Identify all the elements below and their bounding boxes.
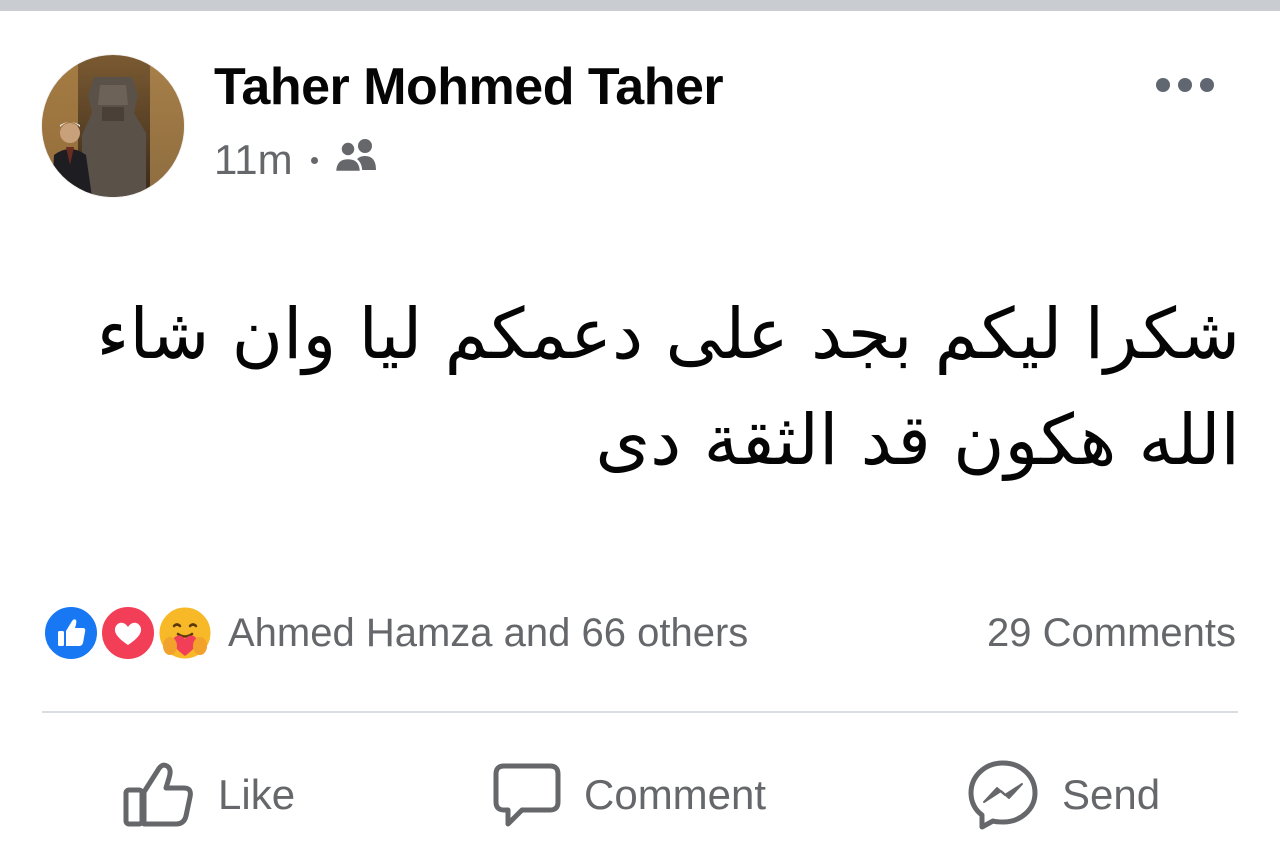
like-label: Like [218,771,296,818]
more-dot-icon [1200,78,1214,92]
meta-separator-dot [310,156,318,164]
reaction-summary-text[interactable]: Ahmed Hamza and 66 others [228,611,748,656]
author-avatar[interactable] [42,55,184,197]
actions-divider [42,711,1238,713]
post-meta: 11m [214,135,380,185]
more-options-button[interactable] [1148,65,1222,105]
more-dot-icon [1178,78,1192,92]
comments-count-link[interactable]: 29 Comments [987,611,1236,656]
love-reaction-icon [99,604,157,662]
post-text-line: الله هكون قد الثقة دى [595,399,1240,481]
more-dot-icon [1156,78,1170,92]
top-separator-strip [0,0,1280,11]
like-button[interactable]: Like [122,755,295,835]
post-timestamp[interactable]: 11m [214,136,293,184]
messenger-icon [968,760,1038,830]
comment-label: Comment [584,771,767,818]
comment-bubble-icon [493,763,561,827]
care-reaction-icon [156,604,214,662]
reaction-icons [42,604,220,662]
post-text: شكرا ليكم بجد على دعمكم ليا وان شاء الله… [60,281,1240,493]
friends-icon[interactable] [333,136,380,184]
like-reaction-icon [42,604,100,662]
comment-button[interactable]: Comment [492,755,766,835]
post-text-line: شكرا ليكم بجد على دعمكم ليا وان شاء [96,293,1240,375]
send-label: Send [1062,771,1161,818]
author-name[interactable]: Taher Mohmed Taher [214,57,724,117]
post-card: Taher Mohmed Taher 11m شكرا ليكم بجد على… [0,11,1280,862]
send-button[interactable]: Send [966,755,1160,835]
reactions-summary[interactable]: Ahmed Hamza and 66 others [42,603,748,663]
thumbs-up-icon [123,762,193,827]
